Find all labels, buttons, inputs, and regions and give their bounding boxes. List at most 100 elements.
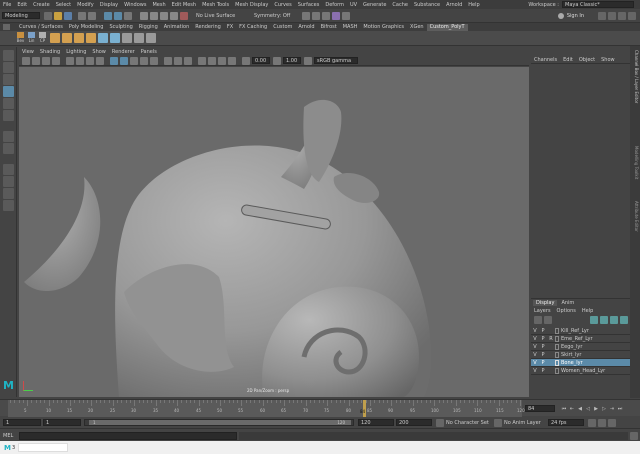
- poly-tool-icon-9[interactable]: [146, 33, 156, 43]
- tab-arnold[interactable]: Arnold: [295, 24, 317, 31]
- color-management-icon[interactable]: [304, 56, 312, 65]
- tab-display[interactable]: Display: [533, 300, 558, 306]
- image-plane-icon[interactable]: [52, 56, 60, 65]
- menu-curves[interactable]: Curves: [274, 2, 291, 8]
- tab-sculpting[interactable]: Sculpting: [106, 24, 135, 31]
- new-layer-selected-icon[interactable]: [600, 315, 608, 324]
- channel-menu-object[interactable]: Object: [579, 57, 595, 63]
- undo-icon[interactable]: [78, 11, 86, 20]
- anim-prefs-icon[interactable]: [598, 418, 606, 427]
- snap-curve-icon[interactable]: [150, 11, 158, 20]
- layer-row-selected[interactable]: V P Bone_lyr: [531, 359, 630, 367]
- go-to-start-icon[interactable]: ⏮: [561, 406, 567, 412]
- select-hierarchy-icon[interactable]: [104, 11, 112, 20]
- menu-windows[interactable]: Windows: [124, 2, 146, 8]
- panel-toggle-icon-2[interactable]: [608, 11, 616, 20]
- menu-edit[interactable]: Edit: [17, 2, 27, 8]
- poly-tool-icon-3[interactable]: [74, 33, 84, 43]
- menu-mesh-tools[interactable]: Mesh Tools: [202, 2, 229, 8]
- layer-visibility[interactable]: V: [531, 368, 539, 374]
- viewport-menu-renderer[interactable]: Renderer: [112, 49, 135, 55]
- step-forward-key-icon[interactable]: ⇥: [609, 406, 615, 412]
- script-editor-icon[interactable]: [630, 431, 638, 440]
- poly-tool-icon-8[interactable]: [134, 33, 144, 43]
- tab-fx-caching[interactable]: FX Caching: [236, 24, 270, 31]
- symmetry-select[interactable]: Symmetry: Off: [254, 13, 296, 19]
- playback-end-field[interactable]: 120: [358, 419, 394, 426]
- tab-motion-graphics[interactable]: Motion Graphics: [360, 24, 407, 31]
- cp-tool-button[interactable]: CP: [38, 32, 47, 44]
- layout-icon-1[interactable]: [2, 164, 14, 175]
- tab-rigging[interactable]: Rigging: [136, 24, 161, 31]
- menu-cache[interactable]: Cache: [392, 2, 408, 8]
- viewport-menu-view[interactable]: View: [22, 49, 34, 55]
- layer-color-swatch[interactable]: [555, 343, 559, 350]
- exposure-field[interactable]: 0.00: [252, 57, 270, 64]
- poly-tool-icon-4[interactable]: [86, 33, 96, 43]
- layer-color-swatch[interactable]: [555, 351, 559, 358]
- menu-display[interactable]: Display: [100, 2, 118, 8]
- snap-grid-icon[interactable]: [140, 11, 148, 20]
- menu-edit-mesh[interactable]: Edit Mesh: [172, 2, 196, 8]
- layer-up-icon[interactable]: [534, 315, 542, 324]
- tab-fx[interactable]: FX: [224, 24, 236, 31]
- tab-rendering[interactable]: Rendering: [192, 24, 224, 31]
- workspace-select[interactable]: Maya Classic*: [562, 1, 634, 8]
- ipr-render-icon[interactable]: [312, 11, 320, 20]
- camera-icon[interactable]: [22, 56, 30, 65]
- snap-view-icon[interactable]: [170, 11, 178, 20]
- poly-tool-icon-6[interactable]: [110, 33, 120, 43]
- tab-xgen[interactable]: XGen: [407, 24, 427, 31]
- poly-tool-icon-5[interactable]: [98, 33, 108, 43]
- single-view-icon[interactable]: [2, 131, 14, 142]
- aa-icon[interactable]: [174, 56, 182, 65]
- layout-icon-2[interactable]: [2, 176, 14, 187]
- layout-icon-3[interactable]: [2, 188, 14, 199]
- select-component-icon[interactable]: [124, 11, 132, 20]
- menu-uv[interactable]: UV: [350, 2, 357, 8]
- layer-color-swatch[interactable]: [555, 367, 559, 374]
- character-set-select[interactable]: No Character Set: [446, 420, 490, 426]
- gamma-icon[interactable]: [273, 56, 281, 65]
- new-layer-icon[interactable]: [590, 315, 598, 324]
- layer-options-icon[interactable]: [610, 315, 618, 324]
- menu-mesh-display[interactable]: Mesh Display: [235, 2, 268, 8]
- render-settings-icon[interactable]: [322, 11, 330, 20]
- timeline-track[interactable]: 5 10 15 20 25 30 35 40 45 50 55 60 65 70 75 80 85 90 95 100…: [8, 400, 525, 417]
- lasso-tool-icon[interactable]: [2, 62, 14, 73]
- menu-mesh[interactable]: Mesh: [152, 2, 165, 8]
- channel-menu-channels[interactable]: Channels: [534, 57, 557, 63]
- gate-mask-icon[interactable]: [96, 56, 104, 65]
- xray-icon[interactable]: [208, 56, 216, 65]
- side-tab-attribute-editor[interactable]: Attribute Editor: [631, 201, 639, 251]
- animation-end-field[interactable]: 200: [396, 419, 432, 426]
- user-icon[interactable]: [557, 12, 564, 19]
- dof-icon[interactable]: [184, 56, 192, 65]
- tab-mash[interactable]: MASH: [340, 24, 361, 31]
- save-scene-icon[interactable]: [64, 11, 72, 20]
- menu-substance[interactable]: Substance: [414, 2, 440, 8]
- layer-color-swatch[interactable]: [555, 359, 559, 366]
- hypershade-icon[interactable]: [332, 11, 340, 20]
- poly-tool-icon-7[interactable]: [122, 33, 132, 43]
- menu-help[interactable]: Help: [468, 2, 479, 8]
- panel-toggle-icon-4[interactable]: [628, 11, 636, 20]
- ao-icon[interactable]: [164, 56, 172, 65]
- step-back-icon[interactable]: ◀: [577, 406, 583, 412]
- smooth-shade-icon[interactable]: [120, 56, 128, 65]
- shelf-settings-icon[interactable]: [3, 24, 10, 30]
- redo-icon[interactable]: [88, 11, 96, 20]
- taskbar-app-window[interactable]: [18, 443, 69, 452]
- tab-custom-polyt[interactable]: Custom_PolyT: [426, 23, 468, 31]
- range-slider[interactable]: 1 120: [84, 419, 354, 426]
- tab-bifrost[interactable]: Bifrost: [318, 24, 340, 31]
- side-tab-channel-box[interactable]: Channel Box / Layer Editor: [631, 50, 639, 140]
- panel-toggle-icon-1[interactable]: [598, 11, 606, 20]
- playback-start-field[interactable]: 1: [43, 419, 81, 426]
- layer-down-icon[interactable]: [544, 315, 552, 324]
- go-to-end-icon[interactable]: ⏭: [617, 406, 623, 412]
- menu-create[interactable]: Create: [33, 2, 50, 8]
- render-frame-icon[interactable]: [302, 11, 310, 20]
- viewport-menu-panels[interactable]: Panels: [141, 49, 157, 55]
- shadows-icon[interactable]: [150, 56, 158, 65]
